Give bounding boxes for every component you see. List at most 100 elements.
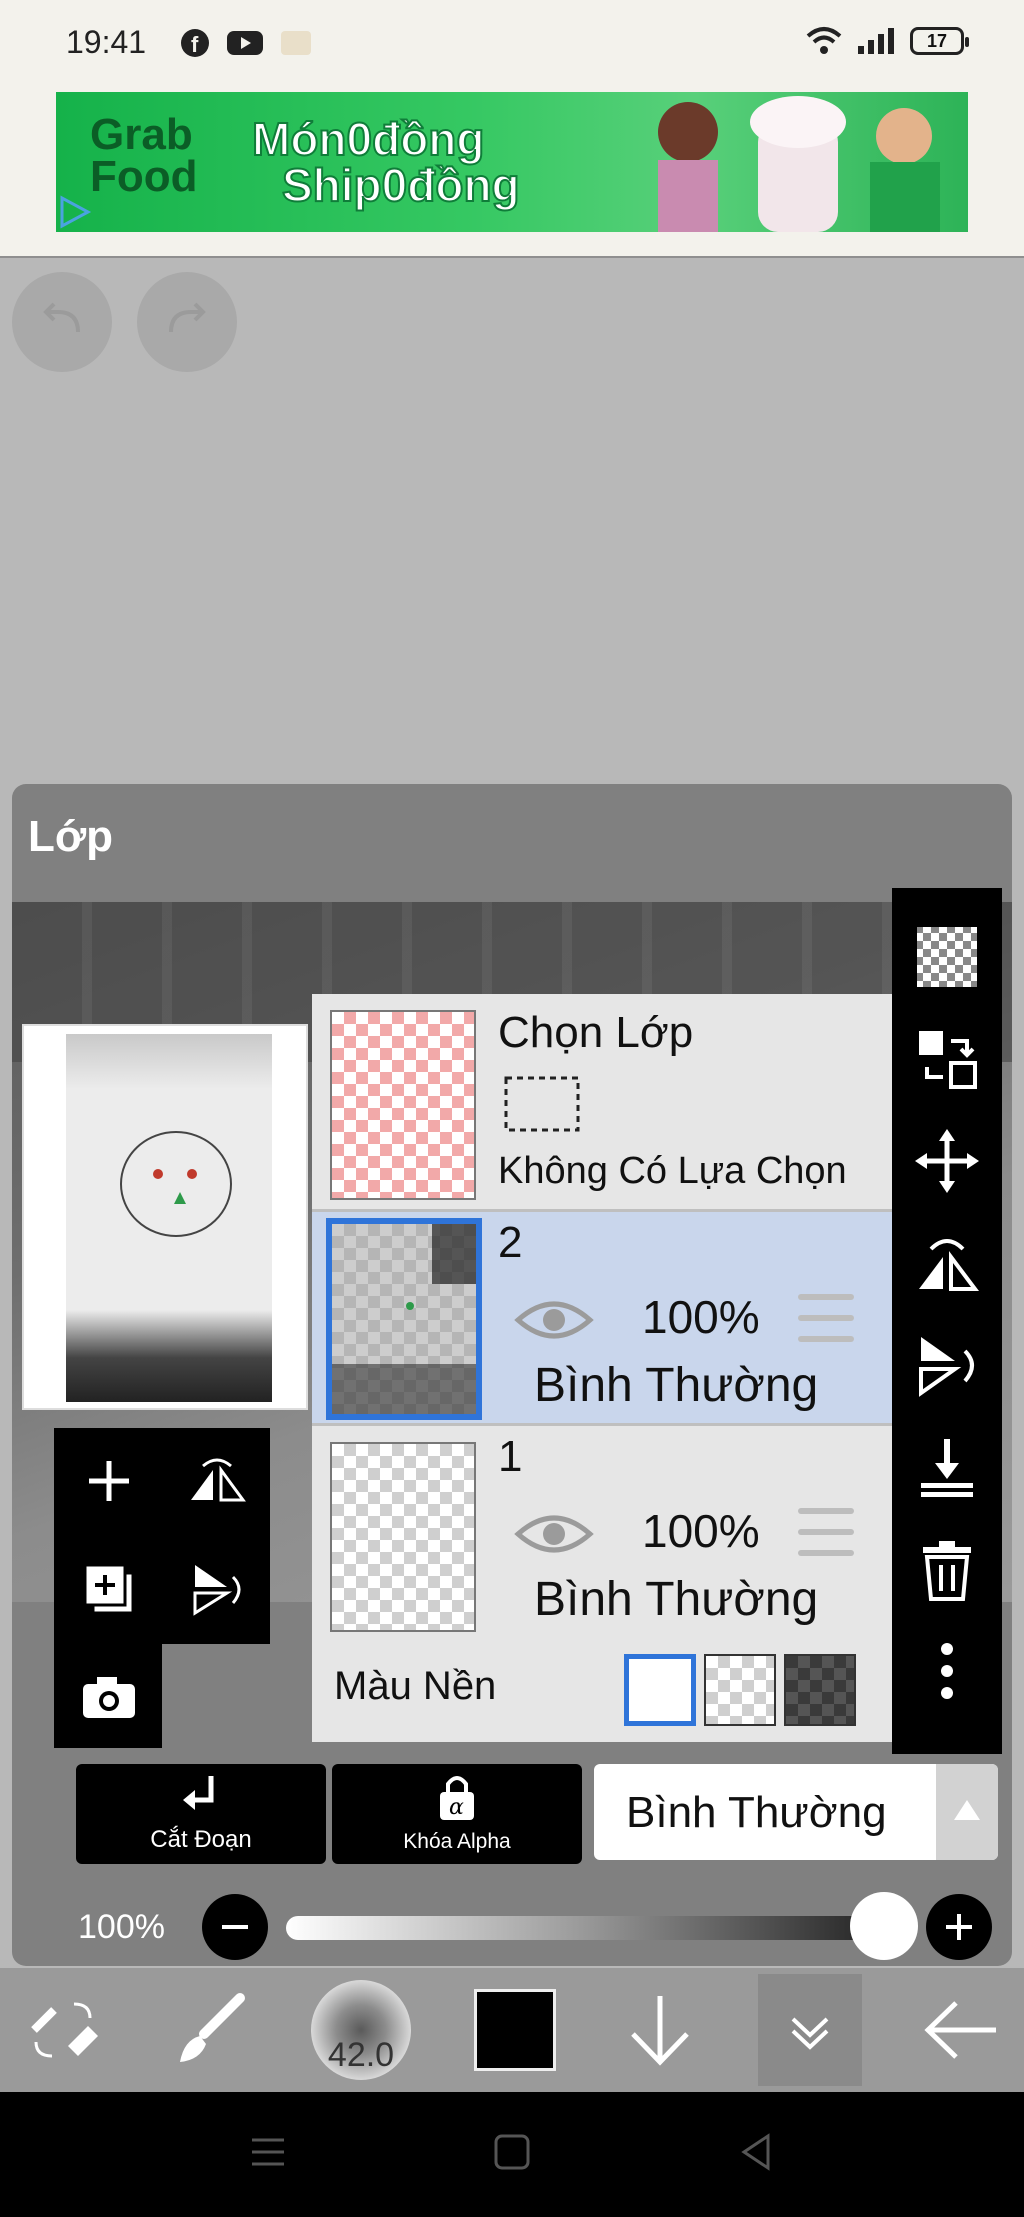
layer-down-button[interactable]	[610, 1968, 710, 2092]
redo-icon	[169, 302, 206, 333]
brush-size-button[interactable]: 42.0	[306, 1968, 416, 2092]
double-chevron-down-icon	[791, 2017, 829, 2050]
layer-row-1[interactable]: 1 100% Bình Thường	[312, 1426, 892, 1640]
brush-tool-button[interactable]	[160, 1968, 260, 2092]
layer-thumbnail-image	[332, 1224, 476, 1414]
brush-size-preview: 42.0	[311, 1980, 411, 2080]
layers-panel-toggle[interactable]	[758, 1968, 862, 2092]
ad-brand: Grab Food	[90, 110, 198, 201]
battery-indicator: 17	[910, 27, 969, 55]
panel-title: Lớp	[28, 812, 114, 861]
layer-panel: Lớp Chọn Lớp Không Có Lựa Chọn 2 100% Bì…	[12, 784, 1012, 1966]
duplicate-icon	[83, 1563, 135, 1615]
eye-icon[interactable]	[514, 1294, 594, 1346]
opacity-decrease-button[interactable]	[202, 1894, 268, 1960]
undo-icon	[43, 302, 80, 333]
transform-tool-button[interactable]	[14, 1968, 114, 2092]
camera-button[interactable]	[64, 1652, 154, 1742]
app-notification-icon	[281, 31, 311, 55]
canvas-thumbnail-image	[66, 1034, 272, 1402]
plus-icon	[89, 1461, 129, 1501]
transparency-icon	[917, 927, 977, 987]
clipping-button[interactable]: Cắt Đoạn	[76, 1764, 326, 1864]
layer-thumbnail	[330, 1442, 476, 1632]
more-options-button[interactable]	[905, 1620, 989, 1722]
blend-mode-select[interactable]: Bình Thường	[594, 1764, 998, 1860]
flip-horizontal-layer-button[interactable]	[905, 1212, 989, 1314]
redo-button[interactable]	[137, 272, 237, 372]
wifi-icon	[806, 27, 842, 54]
svg-text:α: α	[449, 1795, 464, 1820]
background-color-label: Màu Nền	[334, 1664, 497, 1708]
flip-vertical-icon	[919, 1337, 974, 1397]
layer-list: Chọn Lớp Không Có Lựa Chọn 2 100% Bình T…	[312, 994, 892, 1742]
facebook-icon: f	[181, 29, 209, 57]
drawing-preview	[120, 1131, 232, 1237]
background-white-swatch[interactable]	[624, 1654, 696, 1726]
ad-banner[interactable]: Grab Food Món0đồng Ship0đồng	[56, 92, 968, 232]
lock-icon: α	[440, 1776, 474, 1820]
checker-layer-button[interactable]	[905, 906, 989, 1008]
ad-slogan: Món0đồng Ship0đồng	[251, 113, 521, 211]
move-icon	[915, 1129, 979, 1193]
move-selection-layer-button[interactable]	[905, 1008, 989, 1110]
back-nav-icon[interactable]	[736, 2132, 776, 2172]
color-picker-button[interactable]	[460, 1968, 570, 2092]
collapse-panel-button	[758, 1974, 862, 2086]
layer-opacity: 100%	[642, 1291, 760, 1343]
signal-icon	[858, 28, 894, 54]
brush-icon	[180, 1993, 245, 2062]
add-layer-button[interactable]	[64, 1436, 154, 1526]
background-color-row: Màu Nền	[312, 1634, 892, 1742]
selection-status: Không Có Lựa Chọn	[498, 1150, 847, 1192]
dropdown-arrow-icon[interactable]	[936, 1764, 998, 1860]
undo-button[interactable]	[12, 272, 112, 372]
layer-row-2[interactable]: 2 100% Bình Thường	[312, 1212, 892, 1426]
flip-vertical-icon	[193, 1565, 241, 1616]
delete-layer-button[interactable]	[905, 1518, 989, 1620]
brush-size-value: 42.0	[327, 2036, 395, 2074]
opacity-increase-button[interactable]	[926, 1894, 992, 1960]
more-icon	[941, 1643, 953, 1699]
background-transparent-swatch[interactable]	[704, 1654, 776, 1726]
opacity-slider-track[interactable]	[286, 1916, 882, 1940]
duplicate-layer-button[interactable]	[64, 1544, 154, 1634]
opacity-slider-thumb[interactable]	[850, 1892, 918, 1960]
selection-layer-row[interactable]: Chọn Lớp Không Có Lựa Chọn	[312, 994, 892, 1212]
merge-down-icon	[921, 1439, 973, 1497]
home-icon[interactable]	[492, 2132, 532, 2172]
arrow-left-icon	[924, 2001, 996, 2059]
alpha-lock-button[interactable]: α Khóa Alpha	[332, 1764, 582, 1864]
ad-info-icon[interactable]	[58, 194, 94, 230]
bottom-toolbar: 42.0	[0, 1968, 1024, 2092]
ad-image	[658, 96, 940, 232]
opacity-value: 100%	[78, 1908, 165, 1946]
youtube-icon	[227, 31, 263, 55]
selection-thumbnail	[330, 1010, 476, 1200]
flip-horizontal-icon	[191, 1458, 246, 1502]
back-button[interactable]	[910, 1968, 1010, 2092]
layer-blend-mode: Bình Thường	[534, 1573, 819, 1626]
flip-horizontal-button[interactable]	[172, 1436, 262, 1526]
merge-down-button[interactable]	[905, 1416, 989, 1518]
clip-arrow-icon	[183, 1776, 214, 1810]
eye-icon[interactable]	[514, 1508, 594, 1560]
drag-handle-icon[interactable]	[798, 1508, 854, 1556]
flip-vertical-button[interactable]	[172, 1544, 262, 1634]
drag-handle-icon[interactable]	[798, 1294, 854, 1342]
flip-horizontal-icon	[919, 1239, 979, 1291]
menu-icon[interactable]	[248, 2132, 288, 2172]
status-bar: 19:41 f 17	[0, 0, 1024, 90]
blend-mode-value: Bình Thường	[626, 1788, 887, 1837]
move-layer-button[interactable]	[905, 1110, 989, 1212]
flip-vertical-layer-button[interactable]	[905, 1314, 989, 1416]
canvas-thumbnail[interactable]	[22, 1024, 308, 1410]
system-navigation-bar	[0, 2092, 1024, 2217]
ad-container: Grab Food Món0đồng Ship0đồng	[0, 90, 1024, 258]
layer-swap-icon	[919, 1031, 977, 1089]
layer-mini-toolbar	[54, 1428, 270, 1748]
layer-right-toolbar	[892, 888, 1002, 1754]
background-dark-swatch[interactable]	[784, 1654, 856, 1726]
transform-eraser-icon	[31, 2002, 98, 2058]
trash-icon	[923, 1541, 971, 1601]
